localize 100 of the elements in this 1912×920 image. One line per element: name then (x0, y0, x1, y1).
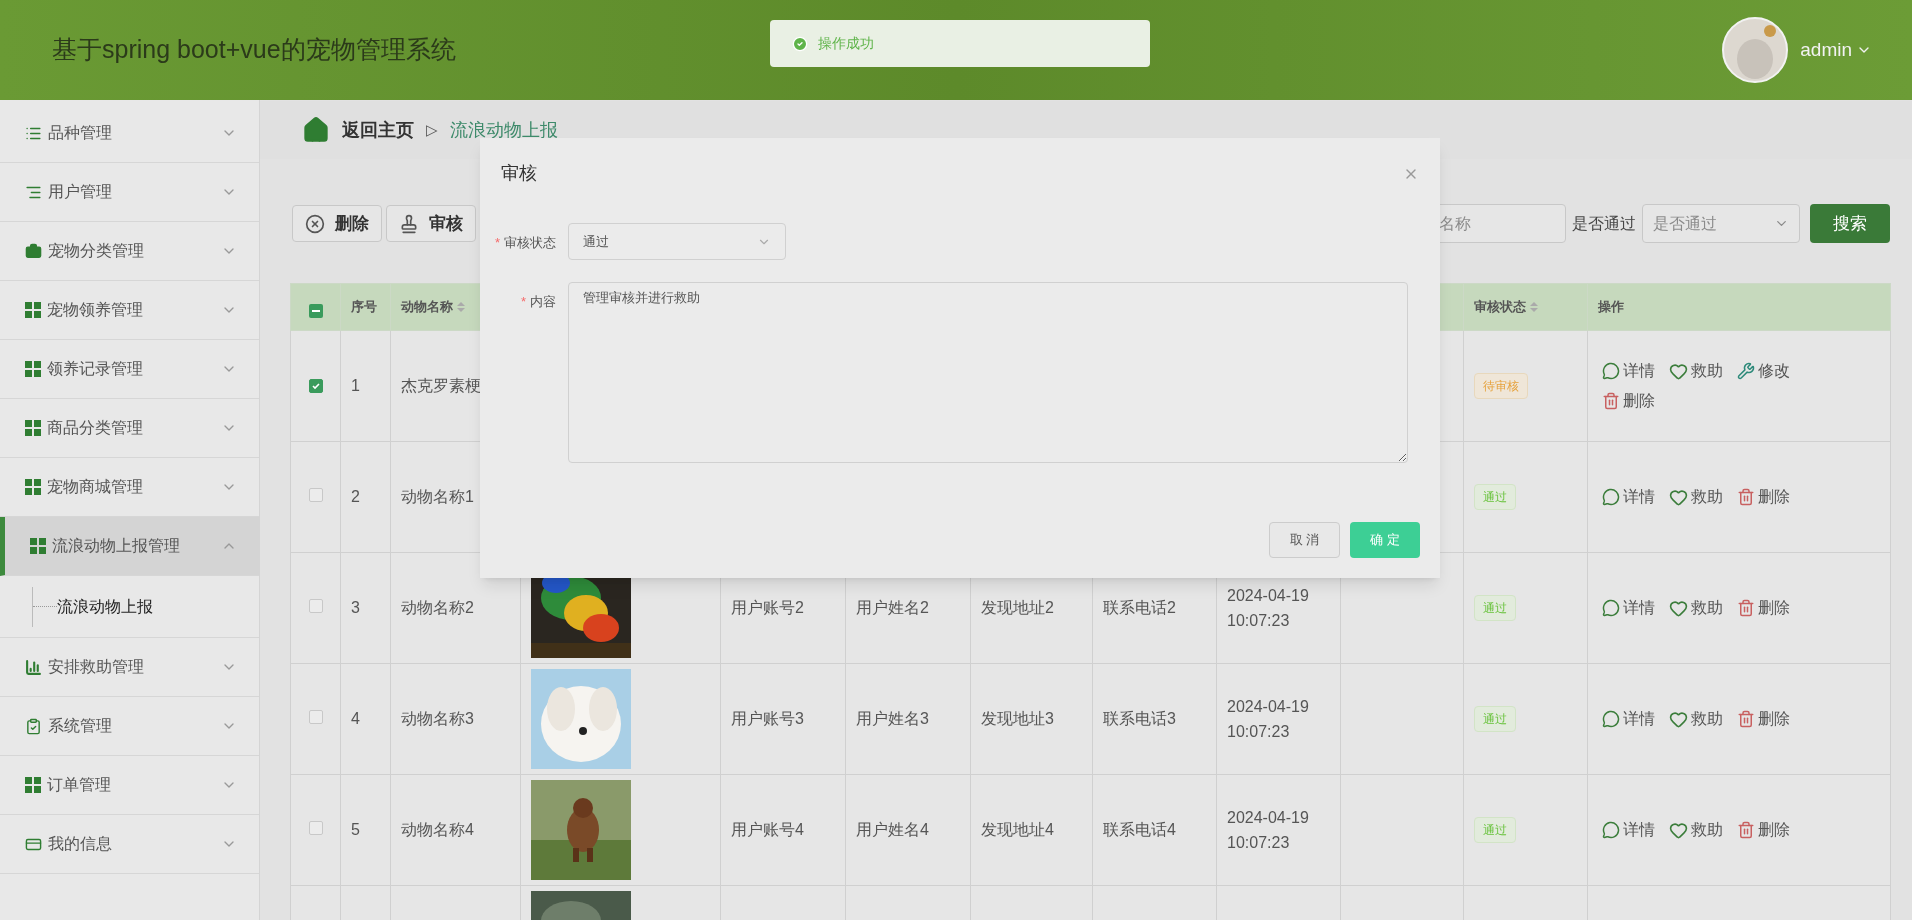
heart-icon (1669, 487, 1688, 507)
sidebar-item[interactable]: 宠物分类管理 (0, 222, 259, 281)
trash-icon (1737, 599, 1755, 617)
row-number: 5 (351, 821, 360, 838)
sidebar-item[interactable]: 宠物领养管理 (0, 281, 259, 340)
status-tag: 通过 (1474, 706, 1516, 732)
sidebar-item[interactable]: 领养记录管理 (0, 340, 259, 399)
delete-action[interactable]: 删除 (1737, 485, 1790, 509)
address-cell: 发现地址3 (981, 710, 1054, 727)
stamp-icon (399, 213, 419, 234)
sort-icon[interactable] (457, 301, 465, 313)
submenu-item[interactable]: 流浪动物上报 (57, 594, 153, 619)
message-icon (1602, 599, 1620, 617)
breadcrumb-separator: ▷ (426, 119, 438, 140)
status-tag: 通过 (1474, 484, 1516, 510)
message-icon (1602, 710, 1620, 728)
rescue-action[interactable]: 救助 (1669, 707, 1723, 731)
user-name-cell: 用户姓名3 (856, 710, 929, 727)
rescue-action[interactable]: 救助 (1669, 359, 1723, 383)
home-icon (302, 116, 330, 144)
app-title: 基于spring boot+vue的宠物管理系统 (52, 34, 456, 66)
rescue-action[interactable]: 救助 (1669, 596, 1723, 620)
phone-cell: 联系电话4 (1103, 821, 1176, 838)
delete-button[interactable]: 删除 (292, 205, 382, 242)
row-checkbox[interactable] (308, 379, 323, 393)
user-name-cell: 用户姓名2 (856, 599, 929, 616)
message-icon (1602, 362, 1620, 380)
message-icon (1602, 821, 1620, 839)
sidebar-item[interactable]: 用户管理 (0, 163, 259, 222)
clipboard-icon (25, 717, 42, 735)
check-icon (310, 381, 321, 391)
row-number: 2 (351, 488, 360, 505)
toast-message: 操作成功 (818, 34, 874, 53)
grid-icon (25, 420, 41, 436)
heart-icon (1669, 598, 1688, 618)
address-cell: 发现地址4 (981, 821, 1054, 838)
status-tag: 待审核 (1474, 373, 1528, 399)
animal-name: 动物名称1 (401, 488, 474, 505)
sidebar-item[interactable]: 安排救助管理 (0, 638, 259, 697)
trash-icon (1737, 821, 1755, 839)
sidebar-item[interactable]: 商品分类管理 (0, 399, 259, 458)
search-button[interactable]: 搜索 (1810, 204, 1890, 243)
delete-action[interactable]: 删除 (1602, 389, 1655, 413)
row-checkbox[interactable] (308, 710, 323, 724)
status-tag: 通过 (1474, 595, 1516, 621)
filter-label: 是否通过 (1572, 213, 1636, 234)
trash-icon (1602, 392, 1620, 410)
address-cell: 发现地址2 (981, 599, 1054, 616)
detail-action[interactable]: 详情 (1602, 818, 1655, 842)
select-all-checkbox[interactable] (308, 304, 323, 318)
grid-icon (25, 777, 41, 793)
message-icon (1602, 488, 1620, 506)
account-cell: 用户账号3 (731, 710, 804, 727)
animal-name: 动物名称2 (401, 599, 474, 616)
detail-action[interactable]: 详情 (1602, 359, 1655, 383)
animal-name: 动物名称3 (401, 710, 474, 727)
account-cell: 用户账号4 (731, 821, 804, 838)
row-number: 3 (351, 599, 360, 616)
cancel-button[interactable]: 取 消 (1268, 522, 1341, 558)
review-button[interactable]: 审核 (386, 205, 476, 242)
rescue-action[interactable]: 救助 (1669, 485, 1723, 509)
user-name-cell: 用户姓名4 (856, 821, 929, 838)
grid-icon (25, 361, 41, 377)
sidebar-item[interactable]: 流浪动物上报管理 (0, 517, 259, 576)
row-checkbox[interactable] (308, 821, 323, 835)
time-cell-text: 2024-04-19 10:07:23 (1227, 808, 1310, 853)
grid-icon (25, 302, 41, 318)
required-mark: * (520, 294, 526, 309)
delete-action[interactable]: 删除 (1737, 707, 1790, 731)
detail-action[interactable]: 详情 (1602, 596, 1655, 620)
field-label-text: 内容 (530, 294, 556, 309)
row-number: 4 (351, 710, 360, 727)
detail-action[interactable]: 详情 (1602, 707, 1655, 731)
status-select[interactable]: 通过 (568, 223, 786, 260)
sidebar-item[interactable]: 订单管理 (0, 756, 259, 815)
sidebar-item[interactable]: 系统管理 (0, 697, 259, 756)
row-checkbox[interactable] (308, 488, 323, 502)
animal-name: 动物名称4 (401, 821, 474, 838)
sort-icon[interactable] (1530, 301, 1538, 313)
row-number: 1 (351, 377, 360, 394)
rescue-action[interactable]: 救助 (1669, 818, 1723, 842)
heart-icon (1669, 820, 1688, 840)
delete-action[interactable]: 删除 (1737, 818, 1790, 842)
detail-action[interactable]: 详情 (1602, 485, 1655, 509)
animal-name: 杰克罗素梗 (401, 377, 481, 394)
briefcase-icon (25, 242, 42, 260)
content-textarea[interactable]: 管理审核并进行救助 (568, 282, 1408, 463)
avatar (1722, 17, 1789, 83)
row-checkbox[interactable] (308, 599, 323, 613)
home-link[interactable]: 返回主页 (342, 116, 414, 144)
sidebar-item[interactable]: 我的信息 (0, 815, 259, 874)
dialog-title: 审核 (501, 162, 537, 185)
edit-action[interactable]: 修改 (1737, 359, 1790, 383)
status-tag: 通过 (1474, 817, 1516, 843)
field-label-text: 审核状态 (504, 235, 556, 250)
success-icon (792, 35, 808, 52)
time-cell-text: 2024-04-19 10:07:23 (1227, 586, 1310, 631)
delete-action[interactable]: 删除 (1737, 596, 1790, 620)
sidebar-item[interactable]: 品种管理 (0, 104, 259, 163)
phone-cell: 联系电话2 (1103, 599, 1176, 616)
